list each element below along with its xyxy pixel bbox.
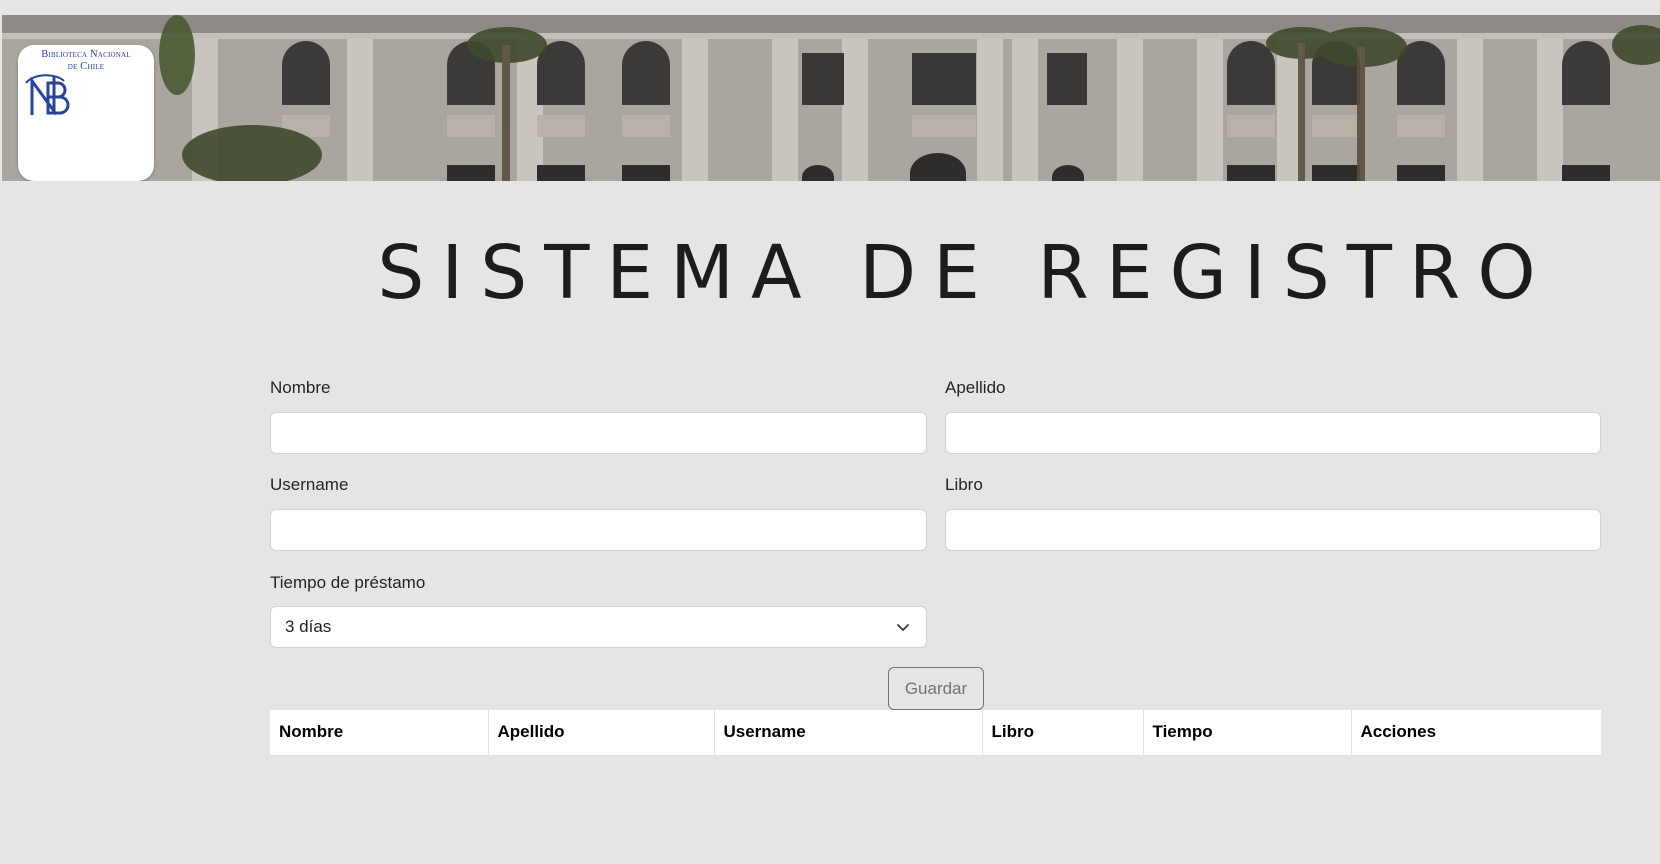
chevron-down-icon	[897, 624, 909, 631]
column-header-tiempo: Tiempo	[1142, 710, 1351, 756]
logo-text-line1: Biblioteca Nacional	[41, 49, 131, 60]
tiempo-selected-value: 3 días	[285, 617, 332, 636]
nombre-label: Nombre	[270, 378, 331, 397]
username-label: Username	[270, 475, 349, 494]
username-input[interactable]	[270, 509, 927, 551]
save-button[interactable]: Guardar	[888, 667, 984, 710]
header-banner: Biblioteca Nacional de Chile	[2, 15, 1660, 181]
table-header-row: Nombre Apellido Username Libro Tiempo Ac…	[270, 710, 1601, 756]
tiempo-select[interactable]: 3 días	[270, 606, 927, 648]
column-header-nombre: Nombre	[270, 710, 488, 756]
building-facade-image	[2, 15, 1660, 181]
bn-monogram-icon	[25, 74, 70, 116]
logo-text: Biblioteca Nacional de Chile	[41, 49, 130, 73]
records-table: Nombre Apellido Username Libro Tiempo Ac…	[270, 710, 1601, 756]
libro-input[interactable]	[945, 509, 1601, 551]
column-header-acciones: Acciones	[1350, 710, 1601, 756]
column-header-libro: Libro	[981, 710, 1143, 756]
column-header-apellido: Apellido	[487, 710, 714, 756]
library-logo[interactable]: Biblioteca Nacional de Chile	[18, 45, 154, 181]
apellido-label: Apellido	[945, 378, 1006, 397]
page-title: SISTEMA DE REGISTRO	[377, 230, 1553, 316]
apellido-input[interactable]	[945, 412, 1601, 454]
page: Biblioteca Nacional de Chile SISTEMA DE …	[0, 0, 1660, 864]
nombre-input[interactable]	[270, 412, 927, 454]
tiempo-label: Tiempo de préstamo	[270, 573, 426, 592]
column-header-username: Username	[713, 710, 982, 756]
libro-label: Libro	[945, 475, 983, 494]
